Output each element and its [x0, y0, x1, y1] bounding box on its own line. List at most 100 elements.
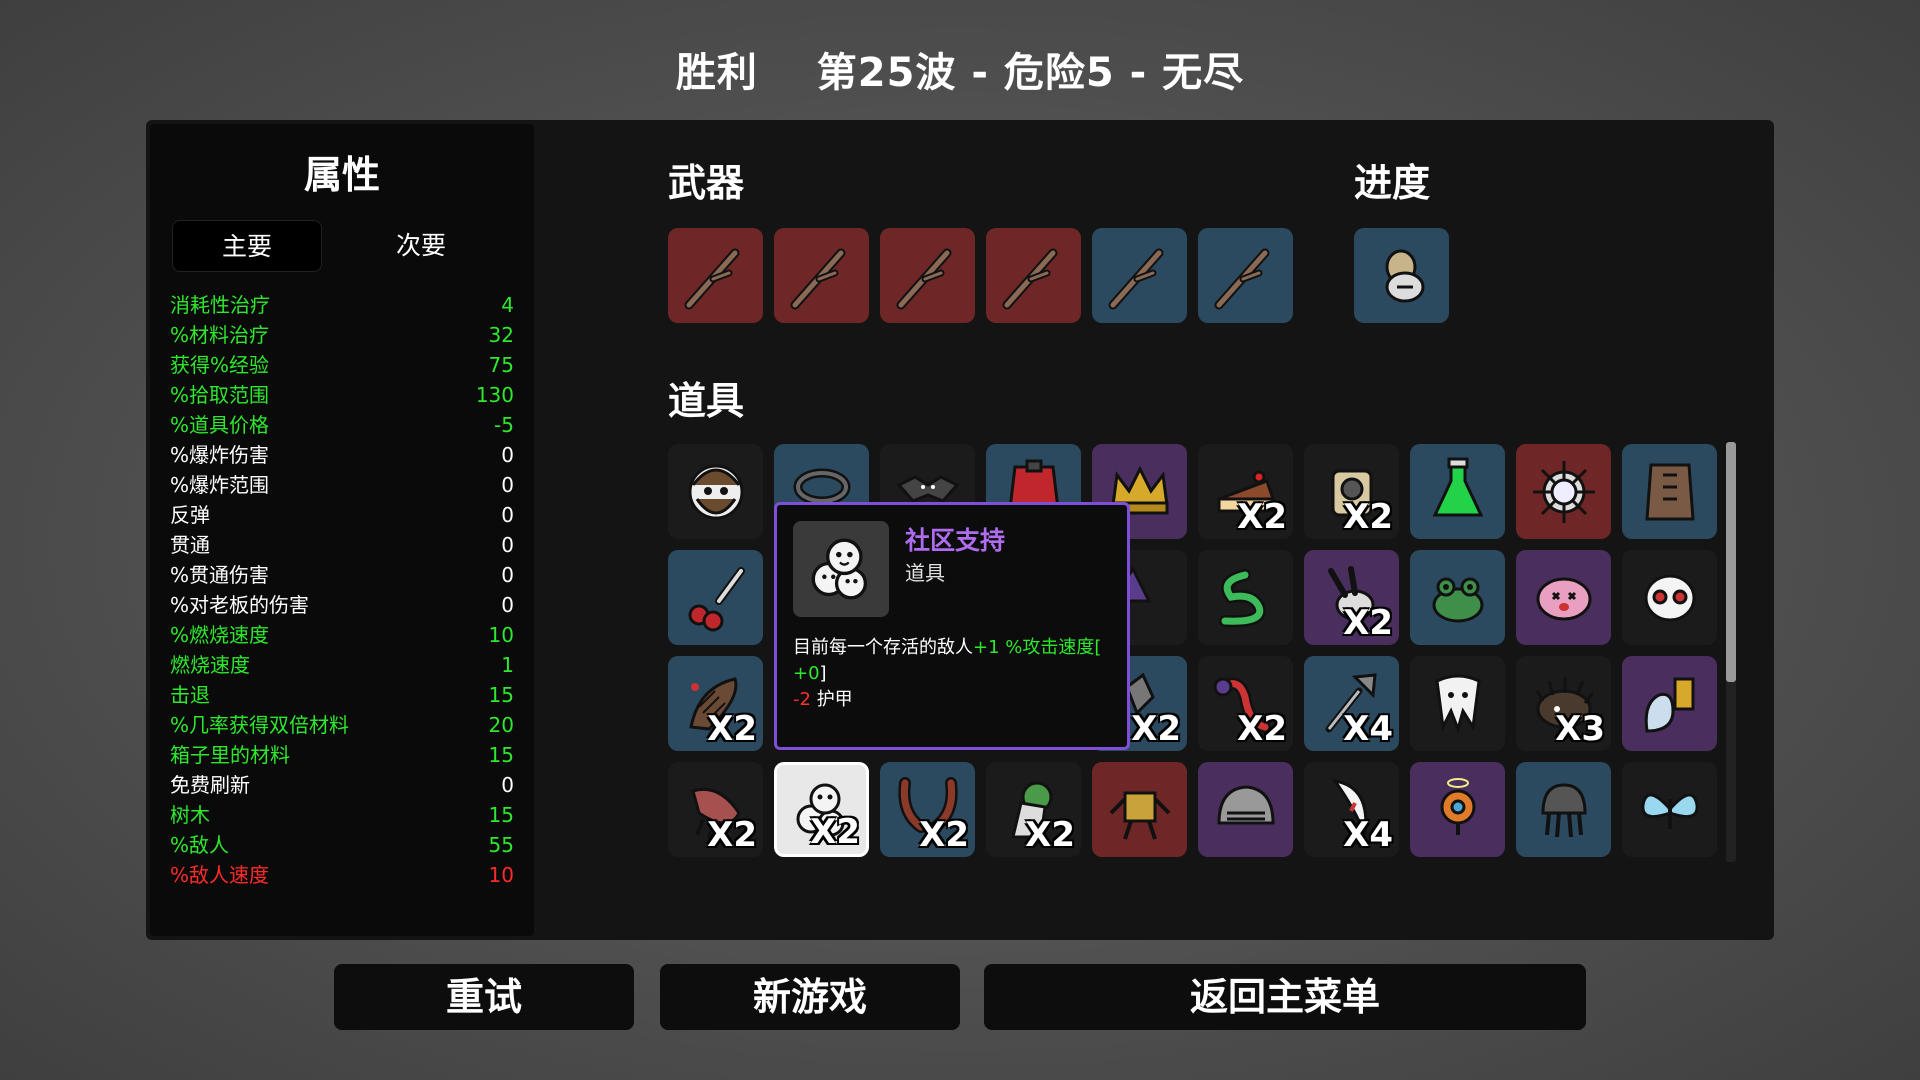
item-slot[interactable]: X2: [774, 762, 869, 857]
stat-row: 反弹 0: [170, 500, 514, 530]
stat-value: 15: [488, 803, 514, 827]
wave-info: 第25波 - 危险5 - 无尽: [816, 50, 1245, 96]
item-slot[interactable]: X2: [1304, 550, 1399, 645]
stat-label: %爆炸伤害: [170, 443, 270, 467]
desc-bracket-close: ]: [819, 663, 827, 684]
item-slot[interactable]: [1410, 444, 1505, 539]
item-slot[interactable]: [774, 228, 869, 323]
tab-main[interactable]: 主要: [172, 220, 322, 272]
bearded-face-icon: [688, 464, 743, 519]
item-slot[interactable]: X3: [1516, 656, 1611, 751]
tooltip-description: 目前每一个存活的敌人+1 %攻击速度[ +0] -2 护甲: [793, 635, 1123, 713]
item-count: X2: [1131, 709, 1181, 749]
item-slot[interactable]: [1198, 550, 1293, 645]
item-count: X2: [919, 815, 969, 855]
jellyfish-icon: [1540, 782, 1587, 837]
item-tooltip: 社区支持 道具 目前每一个存活的敌人+1 %攻击速度[ +0] -2 护甲: [774, 502, 1130, 750]
stat-row: 消耗性治疗 4: [170, 290, 514, 320]
stat-label: %敌人速度: [170, 863, 270, 887]
item-slot[interactable]: [986, 228, 1081, 323]
item-slot[interactable]: [1516, 444, 1611, 539]
item-slot[interactable]: [668, 228, 763, 323]
item-slot[interactable]: [1410, 762, 1505, 857]
item-slot[interactable]: [1516, 550, 1611, 645]
item-slot[interactable]: [668, 444, 763, 539]
stat-row: %道具价格 -5: [170, 410, 514, 440]
stat-label: %道具价格: [170, 413, 270, 437]
item-count: X4: [1343, 815, 1393, 855]
item-count: X2: [1343, 603, 1393, 643]
stick-icon: [790, 248, 845, 309]
stat-row: 树木 15: [170, 800, 514, 830]
item-slot[interactable]: [1198, 762, 1293, 857]
main-menu-button[interactable]: 返回主菜单: [984, 964, 1586, 1030]
items-scrollbar[interactable]: [1726, 442, 1736, 862]
item-slot[interactable]: X2: [1198, 656, 1293, 751]
stat-label: %几率获得双倍材料: [170, 713, 350, 737]
stat-list: 消耗性治疗 4 %材料治疗 32 获得%经验 75 %拾取范围 130 %道具价格 -5 %爆炸伤害…: [170, 290, 514, 890]
item-slot[interactable]: [1354, 228, 1449, 323]
tab-secondary[interactable]: 次要: [346, 220, 496, 272]
stat-value: 0: [501, 503, 514, 527]
stick-icon: [1108, 248, 1163, 309]
stat-value: 0: [501, 563, 514, 587]
item-slot[interactable]: X4: [1304, 656, 1399, 751]
stat-value: 10: [488, 863, 514, 887]
stat-row: %燃烧速度 10: [170, 620, 514, 650]
stat-value: 1: [501, 653, 514, 677]
stat-label: 贯通: [170, 533, 210, 557]
item-slot[interactable]: [880, 228, 975, 323]
item-slot[interactable]: [1622, 550, 1717, 645]
stat-value: 0: [501, 533, 514, 557]
stat-value: 0: [501, 593, 514, 617]
item-slot[interactable]: [1198, 228, 1293, 323]
item-slot[interactable]: X2: [1304, 444, 1399, 539]
scroll-thumb[interactable]: [1726, 442, 1736, 682]
stat-label: %贯通伤害: [170, 563, 270, 587]
item-slot[interactable]: [668, 550, 763, 645]
item-slot[interactable]: X4: [1304, 762, 1399, 857]
stat-label: %爆炸范围: [170, 473, 270, 497]
item-slot[interactable]: [1622, 656, 1717, 751]
item-slot[interactable]: X2: [986, 762, 1081, 857]
tooltip-item-type: 道具: [905, 561, 945, 585]
potion-icon: [1432, 457, 1483, 516]
desc-penalty: -2: [793, 689, 811, 710]
item-slot[interactable]: [1622, 762, 1717, 857]
stat-label: 树木: [170, 803, 210, 827]
stat-row: %拾取范围 130: [170, 380, 514, 410]
stat-row: %爆炸范围 0: [170, 470, 514, 500]
item-slot[interactable]: [1516, 762, 1611, 857]
stat-label: %材料治疗: [170, 323, 270, 347]
item-slot[interactable]: [1410, 656, 1505, 751]
stat-row: %材料治疗 32: [170, 320, 514, 350]
item-slot[interactable]: X2: [880, 762, 975, 857]
new-game-button[interactable]: 新游戏: [660, 964, 960, 1030]
stat-row: %敌人 55: [170, 830, 514, 860]
stat-value: 15: [488, 743, 514, 767]
stat-row: %贯通伤害 0: [170, 560, 514, 590]
stat-value: -5: [494, 413, 514, 437]
item-slot[interactable]: [1622, 444, 1717, 539]
item-slot[interactable]: [1092, 228, 1187, 323]
stat-label: %对老板的伤害: [170, 593, 310, 617]
snake-icon: [1218, 568, 1266, 627]
drone-icon: [1440, 777, 1475, 835]
item-slot[interactable]: X2: [668, 762, 763, 857]
stat-row: 贯通 0: [170, 530, 514, 560]
stick-icon: [1214, 248, 1269, 309]
item-slot[interactable]: [1092, 762, 1187, 857]
item-count: X2: [1025, 815, 1075, 855]
stat-value: 55: [488, 833, 514, 857]
stat-label: 获得%经验: [170, 353, 270, 377]
item-slot[interactable]: X2: [1198, 444, 1293, 539]
retry-button[interactable]: 重试: [334, 964, 634, 1030]
stat-value: 0: [501, 473, 514, 497]
skull-mask-icon: [1644, 574, 1695, 621]
tooltip-item-name: 社区支持: [905, 526, 1006, 555]
stick-icon: [1002, 248, 1057, 309]
item-slot[interactable]: [1410, 550, 1505, 645]
stat-value: 20: [488, 713, 514, 737]
item-slot[interactable]: X2: [668, 656, 763, 751]
stat-row: 获得%经验 75: [170, 350, 514, 380]
